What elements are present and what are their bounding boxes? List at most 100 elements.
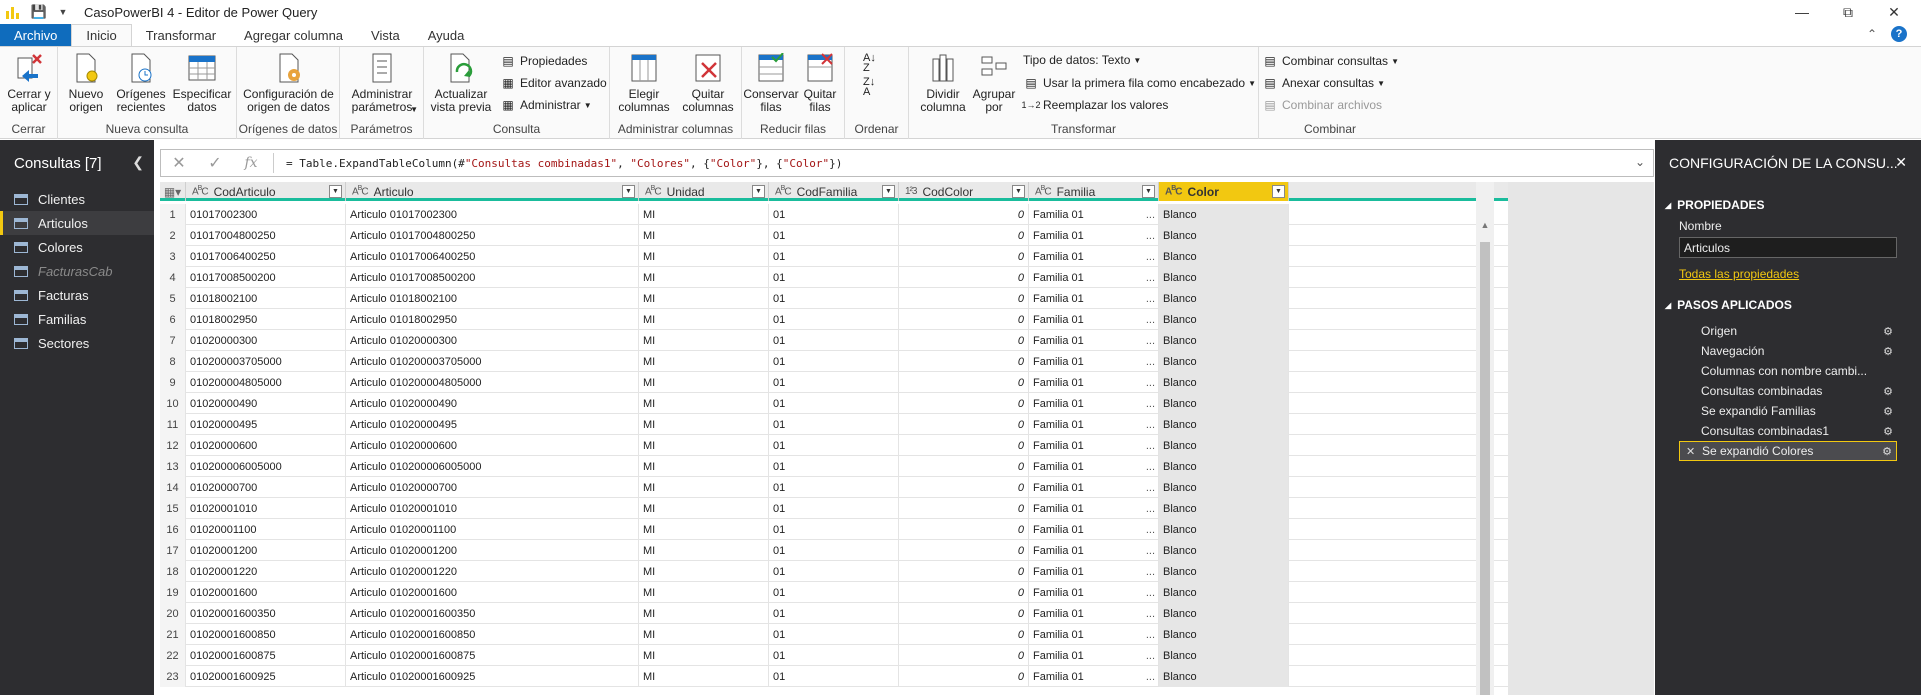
table-cell[interactable]: Blanco: [1159, 330, 1289, 351]
table-cell[interactable]: 01: [769, 456, 899, 477]
table-cell[interactable]: Blanco: [1159, 414, 1289, 435]
table-cell[interactable]: Articulo 010200004805000: [346, 372, 639, 393]
query-item[interactable]: Clientes: [0, 187, 154, 211]
sort-descending-button[interactable]: Z↓ A: [863, 77, 875, 98]
keep-rows-button[interactable]: Conservar filas: [743, 51, 799, 114]
table-cell[interactable]: 0: [899, 414, 1029, 435]
save-icon[interactable]: 💾: [30, 3, 48, 21]
table-cell[interactable]: 0: [899, 498, 1029, 519]
expand-formula-icon[interactable]: ⌄: [1635, 155, 1645, 169]
table-cell[interactable]: Familia 01...: [1029, 561, 1159, 582]
table-cell[interactable]: Articulo 01020000495: [346, 414, 639, 435]
data-type-button[interactable]: Tipo de datos: Texto ▼: [1023, 53, 1141, 67]
scroll-up-icon[interactable]: ▲: [1476, 220, 1494, 236]
table-cell[interactable]: 0: [899, 603, 1029, 624]
table-cell[interactable]: MI: [639, 540, 769, 561]
table-cell[interactable]: MI: [639, 225, 769, 246]
table-cell[interactable]: Familia 01...: [1029, 519, 1159, 540]
table-cell[interactable]: 0: [899, 204, 1029, 225]
type-icon[interactable]: ABC: [775, 185, 792, 197]
table-cell[interactable]: Blanco: [1159, 582, 1289, 603]
tab-transformar[interactable]: Transformar: [132, 24, 230, 46]
table-cell[interactable]: MI: [639, 414, 769, 435]
table-cell[interactable]: 01020001600850: [186, 624, 346, 645]
table-cell[interactable]: Blanco: [1159, 267, 1289, 288]
table-cell[interactable]: Familia 01...: [1029, 372, 1159, 393]
table-cell[interactable]: 0: [899, 393, 1029, 414]
table-cell[interactable]: MI: [639, 435, 769, 456]
table-cell[interactable]: Blanco: [1159, 645, 1289, 666]
filter-dropdown-icon[interactable]: ▼: [882, 185, 895, 198]
close-apply-button[interactable]: Cerrar y aplicar: [4, 51, 54, 114]
table-cell[interactable]: MI: [639, 582, 769, 603]
table-cell[interactable]: Articulo 01020001600850: [346, 624, 639, 645]
column-header[interactable]: ABC Articulo ▼: [346, 182, 639, 201]
type-icon[interactable]: ABC: [645, 185, 662, 197]
table-cell[interactable]: 01: [769, 225, 899, 246]
filter-dropdown-icon[interactable]: ▼: [329, 185, 342, 198]
table-cell[interactable]: MI: [639, 666, 769, 687]
table-cell[interactable]: 0: [899, 582, 1029, 603]
sort-ascending-button[interactable]: A↓ Z: [863, 53, 876, 74]
table-cell[interactable]: 01: [769, 561, 899, 582]
table-cell[interactable]: 01: [769, 666, 899, 687]
table-cell[interactable]: Articulo 01020001600875: [346, 645, 639, 666]
table-cell[interactable]: Articulo 01020000600: [346, 435, 639, 456]
table-cell[interactable]: MI: [639, 456, 769, 477]
table-cell[interactable]: Familia 01...: [1029, 666, 1159, 687]
tab-inicio[interactable]: Inicio: [71, 24, 132, 46]
table-cell[interactable]: Blanco: [1159, 477, 1289, 498]
table-cell[interactable]: Familia 01...: [1029, 246, 1159, 267]
table-cell[interactable]: 01020000600: [186, 435, 346, 456]
filter-dropdown-icon[interactable]: ▼: [1142, 185, 1155, 198]
table-cell[interactable]: 01020001600350: [186, 603, 346, 624]
table-cell[interactable]: 0: [899, 288, 1029, 309]
table-cell[interactable]: 0: [899, 519, 1029, 540]
table-cell[interactable]: MI: [639, 498, 769, 519]
table-cell[interactable]: MI: [639, 288, 769, 309]
query-item[interactable]: FacturasCab: [0, 259, 154, 283]
table-cell[interactable]: Familia 01...: [1029, 456, 1159, 477]
table-cell[interactable]: Blanco: [1159, 561, 1289, 582]
merge-queries-button[interactable]: ▤ Combinar consultas ▼: [1262, 53, 1399, 69]
table-cell[interactable]: 0: [899, 330, 1029, 351]
table-cell[interactable]: 0: [899, 309, 1029, 330]
table-cell[interactable]: 01017008500200: [186, 267, 346, 288]
table-cell[interactable]: MI: [639, 603, 769, 624]
table-cell[interactable]: Blanco: [1159, 309, 1289, 330]
table-cell[interactable]: 0: [899, 372, 1029, 393]
table-cell[interactable]: 01: [769, 351, 899, 372]
table-cell[interactable]: Familia 01...: [1029, 540, 1159, 561]
table-cell[interactable]: Articulo 01020001220: [346, 561, 639, 582]
gear-icon[interactable]: ⚙: [1883, 405, 1893, 418]
table-cell[interactable]: MI: [639, 267, 769, 288]
table-cell[interactable]: 01: [769, 309, 899, 330]
table-cell[interactable]: MI: [639, 624, 769, 645]
table-cell[interactable]: 01017004800250: [186, 225, 346, 246]
table-cell[interactable]: 0: [899, 477, 1029, 498]
table-cell[interactable]: Familia 01...: [1029, 624, 1159, 645]
table-cell[interactable]: 0: [899, 351, 1029, 372]
gear-icon[interactable]: ⚙: [1883, 345, 1893, 358]
tab-archivo[interactable]: Archivo: [0, 24, 72, 46]
filter-dropdown-icon[interactable]: ▼: [1012, 185, 1025, 198]
table-cell[interactable]: 01: [769, 645, 899, 666]
table-cell[interactable]: 0: [899, 267, 1029, 288]
applied-step[interactable]: Se expandió Familias ⚙: [1679, 401, 1897, 421]
scroll-thumb[interactable]: [1480, 242, 1490, 695]
table-cell[interactable]: Blanco: [1159, 519, 1289, 540]
all-properties-link[interactable]: Todas las propiedades: [1655, 267, 1921, 281]
vertical-scrollbar[interactable]: ▲: [1476, 182, 1494, 695]
table-cell[interactable]: Articulo 01017002300: [346, 204, 639, 225]
append-queries-button[interactable]: ▤ Anexar consultas ▼: [1262, 75, 1385, 91]
table-cell[interactable]: MI: [639, 393, 769, 414]
type-icon[interactable]: 1²3: [905, 186, 917, 197]
table-cell[interactable]: Familia 01...: [1029, 498, 1159, 519]
table-cell[interactable]: 01020001600925: [186, 666, 346, 687]
table-cell[interactable]: 01020001600: [186, 582, 346, 603]
table-cell[interactable]: Articulo 01020001010: [346, 498, 639, 519]
properties-section[interactable]: ◢ PROPIEDADES: [1655, 197, 1921, 213]
table-cell[interactable]: 0: [899, 456, 1029, 477]
column-header[interactable]: ABC Color ▼: [1159, 182, 1289, 201]
table-cell[interactable]: 01020000495: [186, 414, 346, 435]
